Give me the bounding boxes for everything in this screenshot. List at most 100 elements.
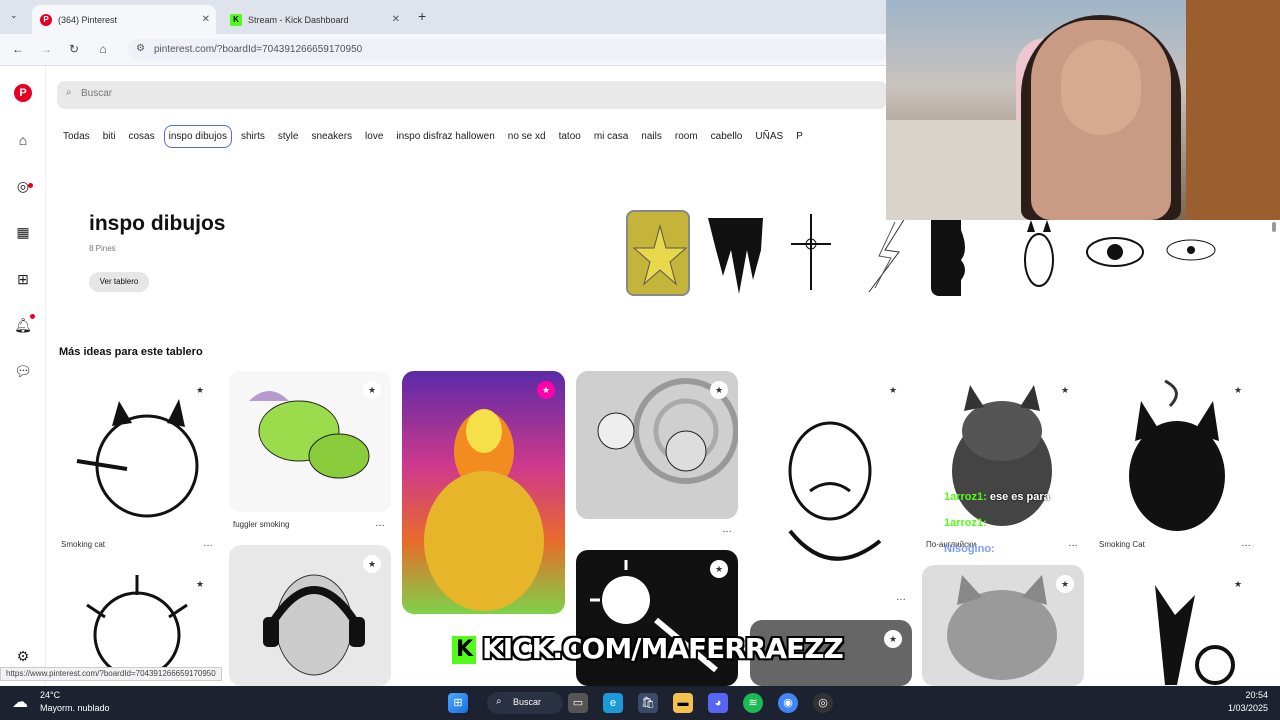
pin-card[interactable]: ★	[922, 371, 1084, 534]
weather-temp: 24°C	[40, 690, 61, 700]
save-pin-icon[interactable]: ★	[884, 630, 902, 648]
board-chip[interactable]: inspo dibujos	[163, 124, 232, 148]
board-preview-thumbnail[interactable]	[1159, 210, 1223, 296]
board-preview-thumbnail[interactable]	[779, 210, 843, 296]
save-pin-icon[interactable]: ★	[710, 381, 728, 399]
tab-kick-dashboard[interactable]: K Stream - Kick Dashboard ✕	[222, 5, 406, 34]
save-pin-icon[interactable]: ★	[1229, 381, 1247, 399]
pin-more-options-icon[interactable]: …	[722, 524, 732, 535]
save-pin-icon[interactable]: ★	[191, 381, 209, 399]
home-icon[interactable]: ⌂	[13, 130, 33, 150]
search-icon: ⌕	[66, 87, 72, 98]
file-explorer-icon[interactable]: ▬	[673, 693, 693, 713]
pin-card[interactable]: ★	[922, 565, 1084, 686]
save-pin-icon[interactable]: ★	[710, 560, 728, 578]
pin-card[interactable]: ★	[1095, 565, 1257, 686]
chrome-icon[interactable]: ◉	[778, 693, 798, 713]
weather-widget[interactable]: ☁ 24°C Mayorm. nublado	[12, 690, 122, 716]
board-chip[interactable]: room	[671, 126, 702, 147]
pin-more-options-icon[interactable]: …	[1241, 538, 1251, 549]
tab-pinterest[interactable]: P (364) Pinterest ✕	[32, 5, 216, 34]
lightning-drawing-image	[868, 217, 906, 293]
board-chip[interactable]: style	[274, 126, 303, 147]
pin-more-options-icon[interactable]: …	[375, 518, 385, 529]
site-info-icon[interactable]: ⚙	[136, 43, 145, 54]
board-chip[interactable]: cosas	[124, 126, 158, 147]
obs-icon[interactable]: ◎	[813, 693, 833, 713]
save-pin-icon[interactable]: ★	[884, 381, 902, 399]
board-chip[interactable]: mi casa	[590, 126, 632, 147]
board-preview-thumbnail[interactable]	[1083, 210, 1147, 296]
board-chip[interactable]: love	[361, 126, 387, 147]
search-input[interactable]: ⌕ Buscar	[57, 81, 887, 109]
view-board-button[interactable]: Ver tablero	[89, 272, 149, 292]
tab-title: (364) Pinterest	[58, 14, 118, 25]
pin-card[interactable]: ★	[229, 371, 391, 512]
cat-drawing-image	[1024, 220, 1054, 287]
store-icon[interactable]: 🛍︎	[638, 693, 658, 713]
save-pin-icon[interactable]: ★	[363, 381, 381, 399]
pin-more-options-icon[interactable]: …	[203, 538, 213, 549]
board-preview-thumbnail[interactable]	[855, 210, 919, 296]
clock[interactable]: 20:54 1/03/2025	[1218, 690, 1268, 713]
pinterest-logo-icon[interactable]: P	[14, 84, 32, 102]
pin-card[interactable]: ★	[750, 371, 912, 586]
board-chip[interactable]: biti	[99, 126, 120, 147]
page-scrollbar[interactable]	[1271, 222, 1277, 682]
settings-gear-icon[interactable]: ⚙	[13, 646, 33, 666]
start-windows-icon[interactable]: ⊞	[448, 693, 468, 713]
board-preview-thumbnail[interactable]	[1007, 210, 1071, 296]
more-ideas-heading: Más ideas para este tablero	[59, 346, 203, 358]
forward-icon[interactable]: →	[38, 42, 54, 56]
spotify-icon[interactable]: ≋	[743, 693, 763, 713]
create-icon[interactable]: ⊞	[13, 269, 33, 289]
board-chip[interactable]: shirts	[237, 126, 269, 147]
pin-card[interactable]: ★	[57, 371, 219, 534]
home-icon[interactable]: ⌂	[95, 42, 111, 56]
board-chip[interactable]: UÑAS	[751, 126, 787, 147]
board-chip[interactable]: cabello	[707, 126, 747, 147]
board-chip[interactable]: inspo disfraz hallowen	[392, 126, 498, 147]
board-pin-count: 8 Pines	[89, 244, 116, 253]
pin-more-options-icon[interactable]: …	[896, 592, 906, 603]
board-chip[interactable]: sneakers	[307, 126, 356, 147]
profile-faces-image	[931, 210, 965, 296]
boards-icon[interactable]: ▦	[13, 222, 33, 242]
save-pin-icon[interactable]: ★	[537, 381, 555, 399]
new-tab-icon[interactable]: +	[418, 8, 426, 24]
pin-card[interactable]: ★	[576, 371, 738, 519]
reload-icon[interactable]: ↻	[66, 42, 82, 56]
task-view-icon[interactable]: ▭	[568, 693, 588, 713]
board-chip[interactable]: tatoo	[555, 126, 585, 147]
pin-card[interactable]: ★	[1095, 371, 1257, 534]
scrollbar-thumb[interactable]	[1272, 222, 1276, 232]
pin-card[interactable]: ★	[229, 545, 391, 686]
tab-list-chevron-icon[interactable]: ⌄	[10, 10, 18, 21]
board-preview-thumbnail[interactable]	[703, 210, 767, 296]
edge-browser-icon[interactable]: e	[603, 693, 623, 713]
pin-card[interactable]: ★	[402, 371, 565, 614]
discord-icon[interactable]: ◕	[708, 693, 728, 713]
save-pin-icon[interactable]: ★	[1056, 381, 1074, 399]
board-preview-thumbnail[interactable]	[931, 210, 995, 296]
close-tab-icon[interactable]: ✕	[202, 14, 210, 25]
board-preview-thumbnail[interactable]	[626, 210, 690, 296]
board-chip[interactable]: no se xd	[504, 126, 550, 147]
board-chip[interactable]: nails	[637, 126, 666, 147]
save-pin-icon[interactable]: ★	[1056, 575, 1074, 593]
pin-more-options-icon[interactable]: …	[1068, 538, 1078, 549]
save-pin-icon[interactable]: ★	[1229, 575, 1247, 593]
back-icon[interactable]: ←	[10, 42, 26, 56]
save-pin-icon[interactable]: ★	[191, 575, 209, 593]
url-field[interactable]: ⚙ pinterest.com/?boardId=704391266659170…	[128, 39, 888, 61]
windows-taskbar: ☁ 24°C Mayorm. nublado ⊞ ⌕ Buscar ▭ e 🛍︎…	[0, 686, 1280, 720]
messages-icon[interactable]: 💬︎	[13, 361, 33, 381]
save-pin-icon[interactable]: ★	[363, 555, 381, 573]
taskbar-search[interactable]: ⌕ Buscar	[487, 692, 563, 714]
chat-message: 1arroz1: ese es para	[944, 491, 1050, 503]
cross-drawing-image	[791, 214, 831, 290]
close-tab-icon[interactable]: ✕	[392, 14, 400, 25]
board-chip[interactable]: Todas	[59, 126, 94, 147]
board-chip[interactable]: P	[792, 126, 807, 147]
kick-logo-icon: K	[452, 636, 476, 664]
